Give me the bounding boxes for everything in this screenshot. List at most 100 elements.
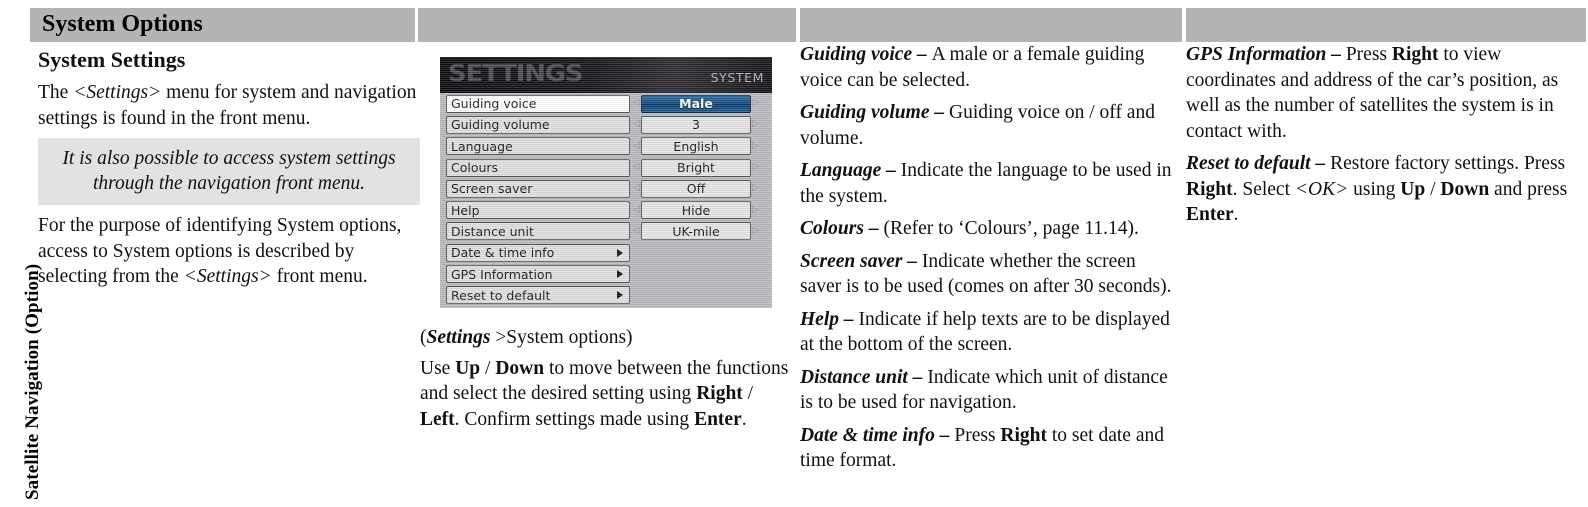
section-header-bar-2 — [418, 8, 796, 42]
caret-left-icon[interactable]: ◁ — [632, 163, 641, 172]
chevron-right-icon — [617, 291, 623, 300]
intro-text-a: The — [38, 82, 74, 103]
caret-right-icon[interactable]: ▷ — [751, 141, 760, 151]
reset-dash: – — [1310, 153, 1331, 174]
settings-screen-image: SETTINGS SYSTEM Guiding voice ◁ Male ▷ Guidi… — [440, 57, 772, 308]
caret-right-icon[interactable]: ▷ — [751, 184, 760, 193]
settings-row[interactable]: Help ◁ Hide ▷ — [440, 199, 772, 220]
breadcrumb-root: Settings — [426, 327, 491, 348]
settings-row-value[interactable]: Off — [641, 179, 751, 198]
key-down: Down — [495, 357, 545, 379]
setting-dash: – — [934, 424, 955, 446]
settings-menu-ref-1: <Settings> — [73, 82, 162, 103]
caption-instructions: Use Up / Down to move between the functi… — [420, 356, 790, 433]
reset-key-down: Down — [1440, 178, 1490, 200]
key-up: Up — [455, 357, 481, 379]
page-title: System Options — [42, 10, 203, 37]
settings-row-label-text: Guiding volume — [451, 117, 550, 133]
settings-row-label[interactable]: Guiding volume — [446, 115, 630, 134]
reset-term: Reset to default — [1186, 153, 1311, 174]
caret-left-icon[interactable]: ◁ — [632, 99, 641, 108]
settings-row-label[interactable]: GPS Information — [446, 265, 630, 284]
settings-row-label-text: Reset to default — [451, 287, 551, 303]
setting-text-pre: Press — [954, 424, 1001, 446]
setting-term: Distance unit — [800, 366, 908, 388]
caret-left-icon[interactable]: ◁ — [632, 226, 641, 236]
caret-left-icon[interactable]: ◁ — [632, 120, 641, 129]
setting-key: Right — [1000, 424, 1048, 446]
chevron-right-icon — [617, 248, 623, 257]
settings-row-value-text: UK-mile — [672, 223, 720, 239]
settings-row[interactable]: GPS Information — [440, 263, 772, 284]
settings-row-value[interactable]: Male — [641, 94, 751, 113]
gps-text-pre: Press — [1345, 44, 1392, 65]
caption-slash-2: / — [742, 383, 754, 404]
breadcrumb: (Settings >System options) — [420, 325, 790, 351]
settings-row-value[interactable]: 3 — [641, 115, 751, 134]
caret-right-icon[interactable]: ▷ — [751, 226, 760, 236]
intro-paragraph: The <Settings> menu for system and navig… — [38, 80, 420, 131]
setting-description-entry: Colours – (Refer to ‘Colours’, page 11.1… — [800, 216, 1178, 242]
settings-row-label-text: Guiding voice — [451, 96, 537, 112]
settings-row[interactable]: Screen saver ◁ Off ▷ — [440, 178, 772, 199]
gps-information-entry: GPS Information – Press Right to view co… — [1186, 42, 1586, 144]
caret-right-icon[interactable]: ▷ — [751, 205, 760, 215]
setting-dash: – — [863, 218, 884, 239]
settings-row-label[interactable]: Colours — [446, 158, 630, 177]
settings-row[interactable]: Date & time info — [440, 242, 772, 263]
screen-caption: (Settings >System options) Use Up / Down… — [420, 325, 790, 439]
setting-term: Language — [800, 160, 882, 181]
settings-row[interactable]: Language ◁ English ▷ — [440, 136, 772, 157]
setting-dash: – — [902, 250, 922, 272]
section-header-bar-3 — [800, 8, 1182, 42]
settings-row-label[interactable]: Screen saver — [446, 179, 630, 198]
column-four: GPS Information – Press Right to view co… — [1186, 42, 1586, 235]
side-tab: Satellite Navigation (Option) — [0, 0, 43, 507]
settings-row[interactable]: Distance unit ◁ UK-mile ▷ — [440, 221, 772, 242]
ok-menu-ref: <OK> — [1294, 178, 1349, 200]
settings-row[interactable]: Guiding volume ◁ 3 ▷ — [440, 114, 772, 135]
chevron-right-icon — [617, 270, 623, 279]
gps-key-right: Right — [1391, 44, 1439, 65]
settings-row-value-text: English — [673, 138, 719, 154]
settings-row[interactable]: Guiding voice ◁ Male ▷ — [440, 93, 772, 114]
caret-right-icon[interactable]: ▷ — [751, 99, 760, 108]
screen-title-bar: SETTINGS SYSTEM — [440, 57, 772, 93]
settings-row-label[interactable]: Guiding voice — [446, 94, 630, 113]
reset-text-5: and press — [1489, 178, 1568, 200]
gps-information-term: GPS Information — [1186, 44, 1327, 65]
caret-right-icon[interactable]: ▷ — [751, 120, 760, 129]
caret-right-icon[interactable]: ▷ — [751, 163, 760, 172]
settings-row-value-text: 3 — [692, 117, 700, 133]
gps-dash: – — [1326, 44, 1346, 65]
settings-row-label[interactable]: Help — [446, 201, 630, 220]
reset-key-right: Right — [1186, 178, 1233, 200]
setting-description-entry: Guiding volume – Guiding voice on / off … — [800, 100, 1178, 151]
key-right: Right — [696, 383, 743, 404]
settings-row-value[interactable]: UK-mile — [641, 222, 751, 241]
settings-row[interactable]: Colours ◁ Bright ▷ — [440, 157, 772, 178]
setting-description-text: (Refer to ‘Colours’, page 11.14). — [883, 218, 1139, 239]
column-three: Guiding voice – A male or a female guidi… — [800, 42, 1178, 481]
settings-row-value[interactable]: Hide — [641, 201, 751, 220]
settings-row[interactable]: Reset to default — [440, 285, 772, 306]
section-header-bar-1: System Options — [30, 8, 415, 42]
settings-row-label[interactable]: Distance unit — [446, 222, 630, 241]
caret-left-icon[interactable]: ◁ — [632, 184, 641, 193]
settings-row-value[interactable]: Bright — [641, 158, 751, 177]
caret-left-icon[interactable]: ◁ — [632, 141, 641, 151]
caret-left-icon[interactable]: ◁ — [632, 205, 641, 215]
settings-row-label-text: GPS Information — [451, 266, 553, 282]
setting-description-entry: Distance unit – Indicate which unit of d… — [800, 365, 1178, 416]
settings-row-label[interactable]: Date & time info — [446, 243, 630, 262]
setting-description-entry: Language – Indicate the language to be u… — [800, 158, 1178, 209]
key-left: Left — [420, 408, 455, 430]
settings-row-label[interactable]: Reset to default — [446, 286, 630, 305]
settings-row-value-text: Male — [679, 96, 713, 112]
settings-row-label[interactable]: Language — [446, 137, 630, 156]
setting-term: Guiding voice — [800, 44, 913, 65]
screen-mode-label: SYSTEM — [710, 70, 764, 85]
setting-term: Screen saver — [800, 250, 903, 272]
setting-dash: – — [907, 366, 928, 388]
settings-row-value[interactable]: English — [641, 137, 751, 156]
